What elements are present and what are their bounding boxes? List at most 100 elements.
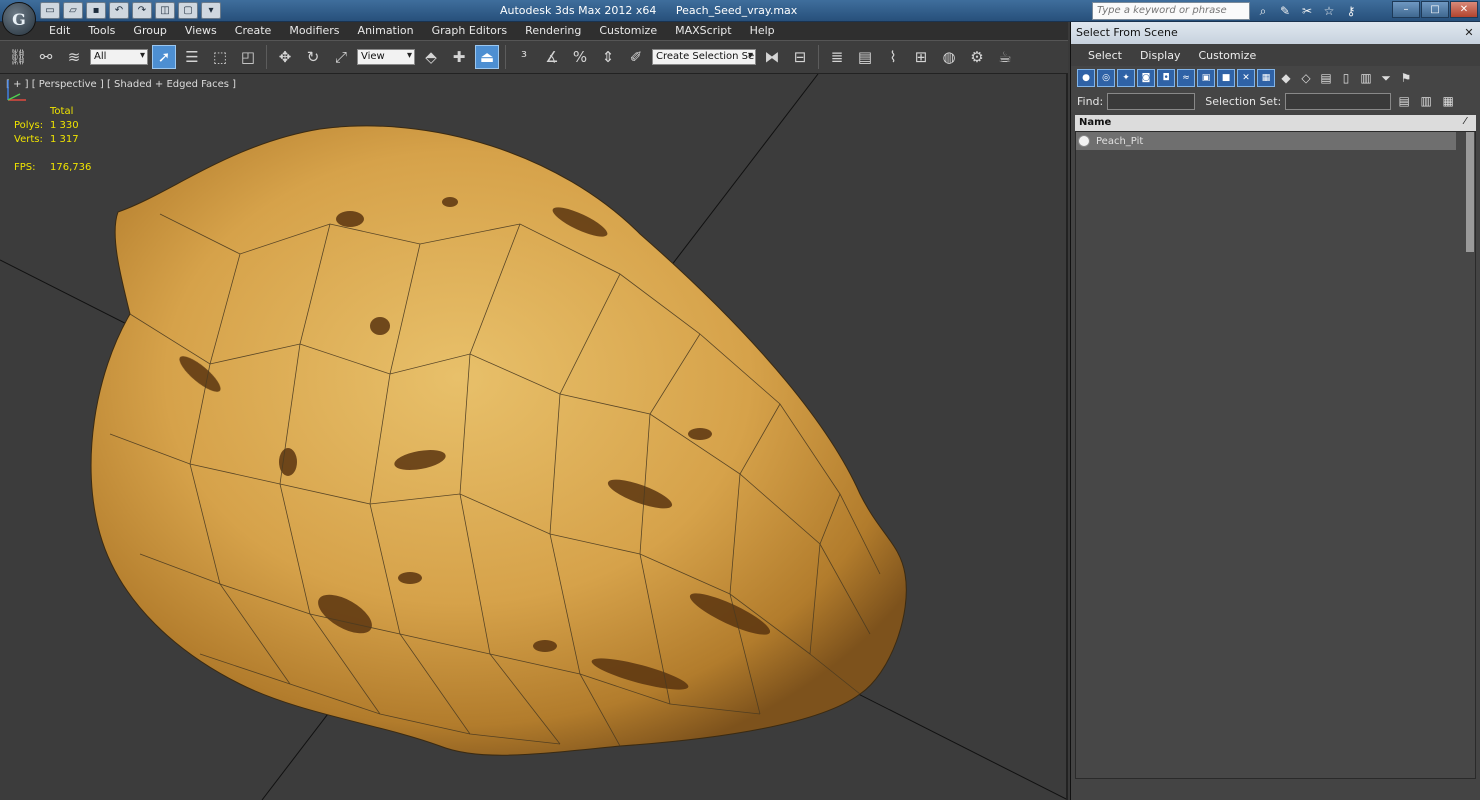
select-none-icon[interactable]: ▯	[1337, 69, 1355, 87]
layer-manager-icon[interactable]: ≣	[825, 45, 849, 69]
curve-editor-icon[interactable]: ⌇	[881, 45, 905, 69]
rectangular-selection-icon[interactable]: ⬚	[208, 45, 232, 69]
edit-named-selection-icon[interactable]: ✐	[624, 45, 648, 69]
bind-space-warp-icon[interactable]: ≋	[62, 45, 86, 69]
display-cameras-icon[interactable]: ◙	[1137, 69, 1155, 87]
snaps-toggle-icon[interactable]: ³	[512, 45, 536, 69]
display-shapes-icon[interactable]: ◎	[1097, 69, 1115, 87]
menu-views[interactable]: Views	[176, 22, 226, 40]
remove-from-selection-set-icon[interactable]: ▦	[1439, 92, 1457, 110]
toolbar-divider	[505, 45, 506, 69]
file-name: Peach_Seed_vray.max	[675, 4, 798, 17]
scene-object-list[interactable]: Peach_Pit	[1075, 131, 1476, 779]
close-icon[interactable]: ✕	[1450, 1, 1478, 18]
main-toolbar: ⛓ ⚯ ≋ All ➚ ☰ ⬚ ◰ ✥ ↻ ⤢ View ⬘ ✚ ⏏ ³ ∡ %…	[0, 40, 1068, 74]
display-xrefs-icon[interactable]: ■	[1217, 69, 1235, 87]
menu-tools[interactable]: Tools	[79, 22, 124, 40]
add-to-selection-set-icon[interactable]: ▥	[1417, 92, 1435, 110]
spinner-snap-icon[interactable]: ⇕	[596, 45, 620, 69]
selection-set-label: Selection Set:	[1205, 94, 1282, 108]
toolbar-divider	[818, 45, 819, 69]
undo-icon[interactable]: ↶	[109, 2, 129, 19]
project-folder-icon[interactable]: ▢	[178, 2, 198, 19]
select-manipulate-icon[interactable]: ✚	[447, 45, 471, 69]
selection-set-dropdown[interactable]	[1285, 92, 1392, 110]
display-helpers-icon[interactable]: ◘	[1157, 69, 1175, 87]
display-geometry-icon[interactable]: ●	[1077, 69, 1095, 87]
name-column-header[interactable]: Name ⁄	[1075, 115, 1476, 131]
help-key-icon[interactable]: ⚷	[1342, 2, 1360, 20]
keyboard-shortcut-override-icon[interactable]: ⏏	[475, 45, 499, 69]
dialog-title: Select From Scene	[1076, 26, 1178, 39]
display-groups-icon[interactable]: ▣	[1197, 69, 1215, 87]
keyword-search-input[interactable]: Type a keyword or phrase	[1092, 2, 1250, 20]
create-selection-set-icon[interactable]: ▤	[1395, 92, 1413, 110]
schematic-view-icon[interactable]: ⊞	[909, 45, 933, 69]
display-lights-icon[interactable]: ✦	[1117, 69, 1135, 87]
unlink-icon[interactable]: ⚯	[34, 45, 58, 69]
redo-icon[interactable]: ↷	[132, 2, 152, 19]
find-input[interactable]	[1107, 92, 1196, 110]
move-icon[interactable]: ✥	[273, 45, 297, 69]
menu-edit[interactable]: Edit	[40, 22, 79, 40]
dialog-menu-select[interactable]: Select	[1079, 49, 1131, 62]
save-file-icon[interactable]: ▪	[86, 2, 106, 19]
select-invert-icon[interactable]: ▥	[1357, 69, 1375, 87]
menu-create[interactable]: Create	[226, 22, 281, 40]
menu-animation[interactable]: Animation	[349, 22, 423, 40]
perspective-viewport[interactable]: [ + ] [ Perspective ] [ Shaded + Edged F…	[0, 74, 1068, 800]
named-selection-sets-dropdown[interactable]: Create Selection Se	[652, 49, 756, 65]
title-bar: ▭ ▱ ▪ ↶ ↷ ◫ ▢ ▾ Autodesk 3ds Max 2012 x6…	[0, 0, 1480, 22]
rotate-icon[interactable]: ↻	[301, 45, 325, 69]
display-frozen-icon[interactable]: ◆	[1277, 69, 1295, 87]
percent-snap-icon[interactable]: %	[568, 45, 592, 69]
star-icon[interactable]: ☆	[1320, 2, 1338, 20]
graphite-tools-icon[interactable]: ▤	[853, 45, 877, 69]
filter-options-icon[interactable]: ⚑	[1397, 69, 1415, 87]
list-scrollbar[interactable]	[1466, 132, 1474, 252]
display-space-warps-icon[interactable]: ≈	[1177, 69, 1195, 87]
select-object-icon[interactable]: ➚	[152, 45, 176, 69]
minimize-icon[interactable]: –	[1392, 1, 1420, 18]
dialog-close-icon[interactable]: ✕	[1462, 26, 1476, 40]
display-bones-icon[interactable]: ✕	[1237, 69, 1255, 87]
tools-icon[interactable]: ✂	[1298, 2, 1316, 20]
menu-group[interactable]: Group	[124, 22, 176, 40]
select-by-name-icon[interactable]: ☰	[180, 45, 204, 69]
binoculars-icon[interactable]: ⌕	[1254, 2, 1272, 20]
filter-icon[interactable]: ⏷	[1377, 69, 1395, 87]
scale-icon[interactable]: ⤢	[329, 45, 353, 69]
peach-pit-model[interactable]	[90, 125, 907, 756]
menu-help[interactable]: Help	[741, 22, 784, 40]
select-all-icon[interactable]: ▤	[1317, 69, 1335, 87]
menu-customize[interactable]: Customize	[590, 22, 666, 40]
menu-modifiers[interactable]: Modifiers	[280, 22, 348, 40]
render-setup-icon[interactable]: ⚙	[965, 45, 989, 69]
new-file-icon[interactable]: ▭	[40, 2, 60, 19]
display-containers-icon[interactable]: ▦	[1257, 69, 1275, 87]
material-editor-icon[interactable]: ◍	[937, 45, 961, 69]
list-item[interactable]: Peach_Pit	[1076, 132, 1456, 150]
wrench-icon[interactable]: ✎	[1276, 2, 1294, 20]
menu-graph-editors[interactable]: Graph Editors	[423, 22, 517, 40]
hold-icon[interactable]: ◫	[155, 2, 175, 19]
dialog-menu-display[interactable]: Display	[1131, 49, 1190, 62]
link-icon[interactable]: ⛓	[6, 45, 30, 69]
app-logo-button[interactable]: G	[2, 2, 36, 36]
mirror-icon[interactable]: ⧓	[760, 45, 784, 69]
open-file-icon[interactable]: ▱	[63, 2, 83, 19]
menu-rendering[interactable]: Rendering	[516, 22, 590, 40]
dropdown-arrow-icon[interactable]: ▾	[201, 2, 221, 19]
angle-snap-icon[interactable]: ∡	[540, 45, 564, 69]
viewport-label-menu[interactable]: [ + ] [ Perspective ] [ Shaded + Edged F…	[6, 79, 236, 90]
pivot-point-icon[interactable]: ⬘	[419, 45, 443, 69]
dialog-menu-customize[interactable]: Customize	[1189, 49, 1265, 62]
window-crossing-icon[interactable]: ◰	[236, 45, 260, 69]
display-hidden-icon[interactable]: ◇	[1297, 69, 1315, 87]
align-icon[interactable]: ⊟	[788, 45, 812, 69]
selection-filter-dropdown[interactable]: All	[90, 49, 148, 65]
reference-coordinate-dropdown[interactable]: View	[357, 49, 415, 65]
render-teapot-icon[interactable]: ☕	[993, 45, 1017, 69]
maximize-icon[interactable]: □	[1421, 1, 1449, 18]
menu-maxscript[interactable]: MAXScript	[666, 22, 740, 40]
